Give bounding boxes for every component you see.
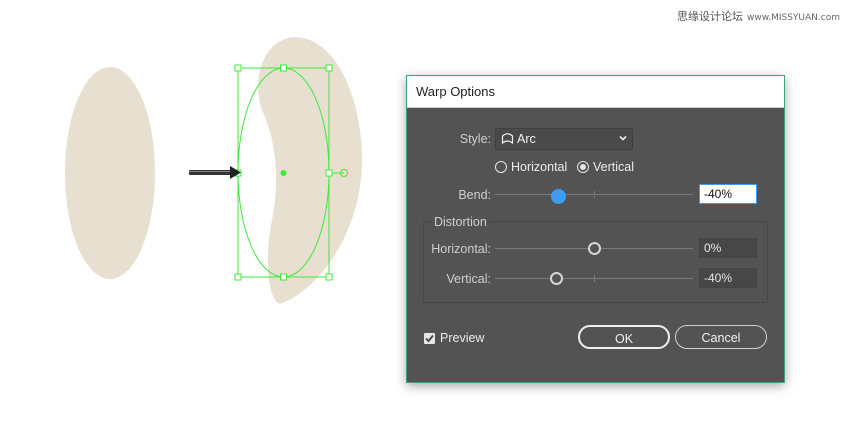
distortion-title: Distortion [431, 215, 490, 229]
horizontal-radio-label[interactable]: Horizontal [511, 160, 567, 174]
distortion-horizontal-thumb[interactable] [588, 242, 601, 255]
distortion-group [423, 221, 768, 303]
dialog-title: Warp Options [416, 84, 495, 99]
distortion-horizontal-label: Horizontal: [431, 242, 491, 256]
style-value: Arc [517, 132, 536, 146]
vertical-radio[interactable] [577, 161, 589, 173]
bend-slider-thumb[interactable] [551, 189, 566, 204]
pointer-arrow-icon [189, 166, 241, 179]
checkmark-icon [425, 334, 434, 343]
chevron-down-icon [619, 135, 627, 141]
distortion-vertical-label: Vertical: [446, 272, 491, 286]
bend-slider-center-tick [594, 191, 595, 198]
center-point [280, 170, 287, 176]
distortion-vertical-center-tick [594, 275, 595, 282]
vertical-radio-label[interactable]: Vertical [593, 160, 634, 174]
distortion-vertical-input[interactable]: -40% [699, 268, 757, 288]
preview-checkbox[interactable] [424, 333, 435, 344]
horizontal-radio[interactable] [495, 161, 507, 173]
style-dropdown[interactable]: Arc [495, 128, 633, 150]
preview-label[interactable]: Preview [440, 331, 484, 345]
distortion-vertical-thumb[interactable] [550, 272, 563, 285]
shape-original-ellipse[interactable] [65, 67, 155, 279]
cancel-button[interactable]: Cancel [675, 325, 767, 349]
arc-warp-icon [501, 133, 514, 145]
distortion-horizontal-input[interactable]: 0% [699, 238, 757, 258]
bend-label: Bend: [458, 188, 491, 202]
bend-input[interactable]: -40% [699, 184, 757, 204]
warp-options-dialog: Warp Options Style: Arc Horizontal Verti… [406, 75, 785, 383]
style-label: Style: [459, 132, 491, 146]
ok-button[interactable]: OK [578, 325, 670, 349]
dialog-titlebar[interactable]: Warp Options [407, 76, 784, 108]
